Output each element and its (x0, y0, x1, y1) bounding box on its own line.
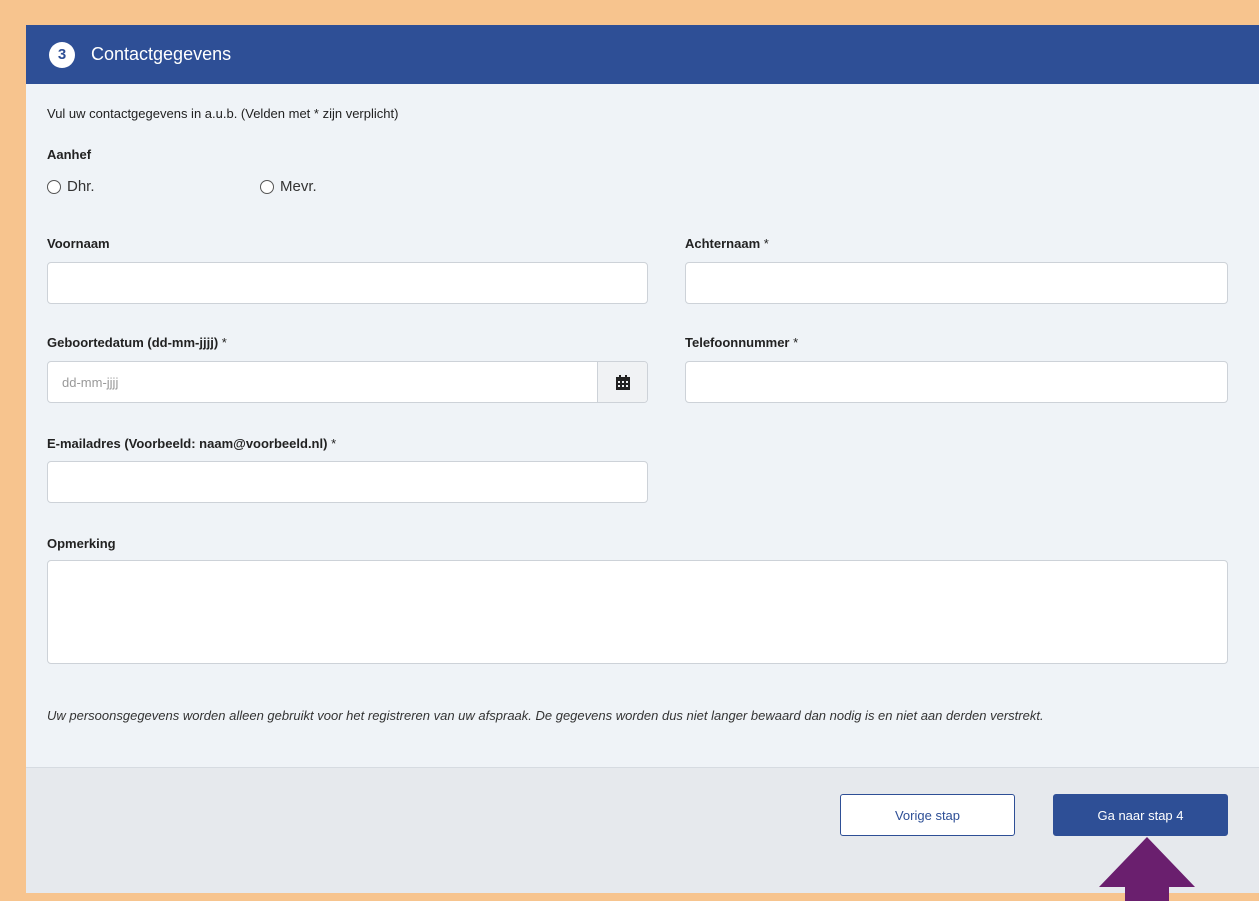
calendar-button[interactable] (597, 362, 647, 402)
contact-panel: 3 Contactgegevens Vul uw contactgegevens… (26, 25, 1259, 893)
last-name-label-text: Achternaam (685, 236, 761, 251)
birthdate-field[interactable] (47, 361, 648, 403)
birthdate-label: Geboortedatum (dd-mm-jjjj) * (47, 335, 227, 350)
required-marker: * (221, 335, 227, 350)
radio-mevr-label: Mevr. (280, 178, 317, 195)
first-name-input[interactable] (48, 263, 647, 303)
privacy-notice: Uw persoonsgegevens worden alleen gebrui… (47, 708, 1044, 723)
remark-label: Opmerking (47, 536, 116, 551)
section-title: Contactgegevens (91, 44, 232, 64)
radio-mevr[interactable]: Mevr. (260, 178, 317, 195)
arrow-up-icon (1099, 837, 1195, 901)
email-label: E-mailadres (Voorbeeld: naam@voorbeeld.n… (47, 436, 336, 451)
previous-step-button[interactable]: Vorige stap (840, 794, 1015, 836)
email-field[interactable] (47, 461, 648, 503)
required-marker: * (763, 236, 769, 251)
section-header: 3 Contactgegevens (26, 25, 1259, 84)
last-name-field[interactable] (685, 262, 1228, 304)
step-number-badge: 3 (49, 41, 75, 68)
first-name-field[interactable] (47, 262, 648, 304)
email-label-text: E-mailadres (Voorbeeld: naam@voorbeeld.n… (47, 436, 328, 451)
first-name-label: Voornaam (47, 236, 110, 251)
phone-label-text: Telefoonnummer (685, 335, 790, 350)
email-input[interactable] (48, 462, 647, 502)
phone-field[interactable] (685, 361, 1228, 403)
birthdate-input[interactable] (48, 362, 597, 402)
radio-dhr[interactable]: Dhr. (47, 178, 95, 195)
next-step-button[interactable]: Ga naar stap 4 (1053, 794, 1228, 836)
last-name-label: Achternaam * (685, 236, 769, 251)
required-marker: * (331, 436, 337, 451)
phone-input[interactable] (686, 362, 1227, 402)
salutation-label: Aanhef (47, 147, 92, 162)
radio-circle[interactable] (260, 179, 274, 194)
calendar-icon (615, 374, 630, 390)
required-marker: * (793, 335, 799, 350)
radio-dhr-label: Dhr. (67, 178, 95, 195)
phone-label: Telefoonnummer * (685, 335, 798, 350)
radio-circle[interactable] (47, 179, 61, 194)
intro-text: Vul uw contactgegevens in a.u.b. (Velden… (47, 106, 399, 121)
remark-textarea[interactable] (48, 561, 1227, 663)
remark-label-text: Opmerking (47, 536, 116, 551)
first-name-label-text: Voornaam (47, 236, 110, 251)
birthdate-label-text: Geboortedatum (dd-mm-jjjj) (47, 335, 219, 350)
remark-field[interactable] (47, 560, 1228, 664)
last-name-input[interactable] (686, 263, 1227, 303)
